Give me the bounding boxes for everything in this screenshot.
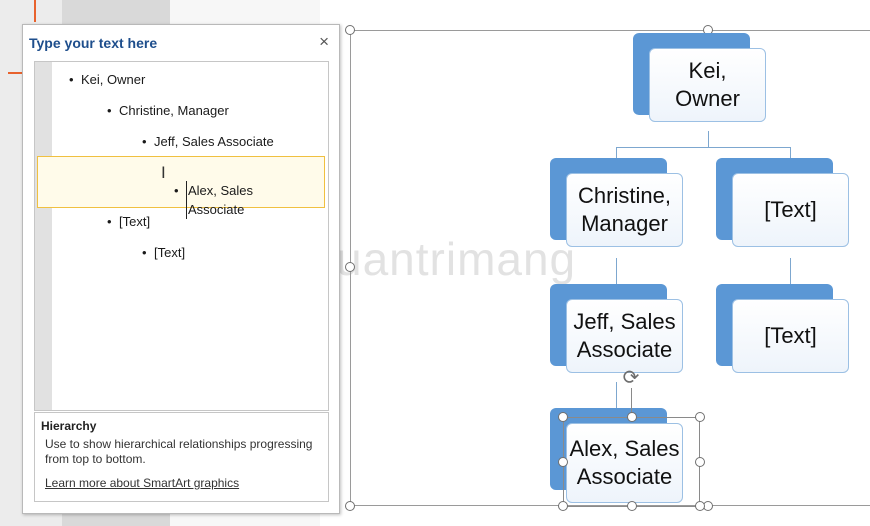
node-label: Christine, Manager	[578, 183, 671, 236]
text-pane-title: Type your text here	[29, 35, 158, 51]
frame-resize-handle-bottom-left[interactable]	[345, 501, 355, 511]
shape-resize-handle-middle-left[interactable]	[558, 457, 568, 467]
shape-resize-handle-bottom-left[interactable]	[558, 501, 568, 511]
bullet-icon: •	[107, 214, 112, 229]
node-text-box[interactable]: Christine, Manager	[566, 173, 683, 247]
node-text-box[interactable]: Jeff, Sales Associate	[566, 299, 683, 373]
layout-description-box: Hierarchy Use to show hierarchical relat…	[34, 412, 329, 502]
rotate-handle-icon[interactable]: ⟳	[620, 367, 642, 389]
list-item[interactable]: • Kei, Owner	[69, 70, 145, 89]
text-pane-list[interactable]: • Kei, Owner • Christine, Manager • Jeff, S…	[34, 61, 329, 411]
shape-resize-handle-top-center[interactable]	[627, 412, 637, 422]
node-text-box[interactable]: [Text]	[732, 299, 849, 373]
bullet-icon: •	[142, 134, 147, 149]
bullet-icon: •	[107, 103, 112, 118]
list-item-label-editing[interactable]: Alex, Sales Associate	[186, 181, 253, 219]
node-text-box[interactable]: Kei, Owner	[649, 48, 766, 122]
list-item[interactable]: • [Text]	[107, 212, 150, 231]
shape-resize-handle-bottom-center[interactable]	[627, 501, 637, 511]
shape-resize-handle-middle-right[interactable]	[695, 457, 705, 467]
frame-resize-handle-top-left[interactable]	[345, 25, 355, 35]
list-item-label: [Text]	[119, 214, 151, 229]
node-label: [Text]	[764, 323, 817, 348]
connector-jeff	[616, 258, 617, 285]
bullet-icon: •	[142, 245, 147, 260]
smartart-frame-border-top	[350, 30, 870, 31]
list-item-label: Kei, Owner	[81, 72, 146, 87]
connector-kei	[708, 131, 709, 147]
node-label: [Text]	[764, 197, 817, 222]
frame-resize-handle-middle-left[interactable]	[345, 262, 355, 272]
list-item-label: Christine, Manager	[119, 103, 229, 118]
list-item[interactable]: • Christine, Manager	[107, 101, 229, 120]
list-item[interactable]: • [Text]	[142, 243, 185, 262]
shape-resize-handle-top-left[interactable]	[558, 412, 568, 422]
shape-resize-handle-top-right[interactable]	[695, 412, 705, 422]
node-text-box[interactable]: [Text]	[732, 173, 849, 247]
node-label: Jeff, Sales Associate	[573, 309, 676, 362]
shape-selection-box[interactable]	[563, 417, 700, 507]
list-gutter	[35, 62, 52, 410]
layout-description: Use to show hierarchical relationships p…	[45, 437, 313, 466]
list-item[interactable]: • Jeff, Sales Associate	[142, 132, 274, 151]
connector-horizontal	[616, 147, 791, 148]
ibeam-cursor-icon: I	[161, 163, 166, 182]
shape-resize-handle-bottom-right[interactable]	[695, 501, 705, 511]
slide-thumbnail-indicator	[34, 0, 36, 22]
layout-name: Hierarchy	[41, 419, 97, 433]
close-icon[interactable]: ×	[319, 32, 329, 52]
bullet-icon: •	[174, 183, 179, 198]
bullet-icon: •	[69, 72, 74, 87]
smartart-text-pane: Type your text here × • Kei, Owner • Chris…	[22, 24, 340, 514]
connector-text2	[790, 258, 791, 285]
node-label: Kei, Owner	[675, 58, 740, 111]
connector-alex	[616, 382, 617, 409]
list-item-label: [Text]	[154, 245, 186, 260]
list-item-label: Jeff, Sales Associate	[154, 134, 274, 149]
list-item[interactable]: • Alex, Sales Associate	[174, 162, 253, 219]
learn-more-link[interactable]: Learn more about SmartArt graphics	[45, 476, 239, 490]
